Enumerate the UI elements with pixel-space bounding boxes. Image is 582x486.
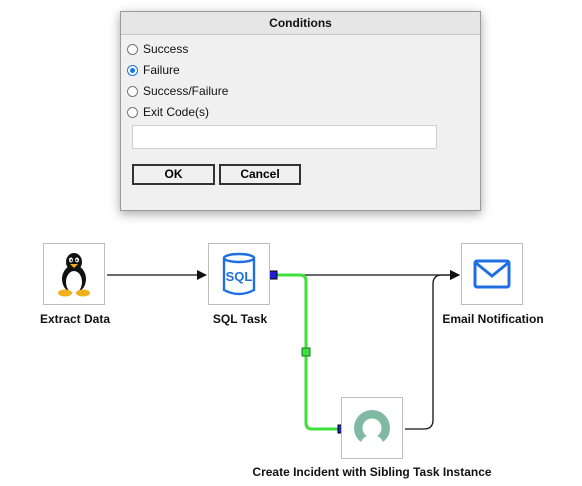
envelope-icon	[473, 259, 511, 289]
edge-midpoint-handle[interactable]	[301, 347, 311, 357]
svg-text:SQL: SQL	[226, 269, 253, 284]
node-sql-task[interactable]: SQL	[208, 243, 270, 305]
node-extract-data-label: Extract Data	[39, 312, 111, 326]
node-email-notification-label: Email Notification	[442, 312, 544, 326]
linux-tux-icon	[58, 253, 90, 297]
edge-incident-to-email[interactable]	[405, 270, 460, 430]
node-email-notification[interactable]	[461, 243, 523, 305]
servicenow-icon	[354, 410, 390, 442]
sql-output-port[interactable]	[268, 270, 278, 280]
node-create-incident-label: Create Incident with Sibling Task Instan…	[252, 465, 492, 479]
node-extract-data[interactable]	[43, 243, 105, 305]
node-sql-task-label: SQL Task	[212, 312, 268, 326]
sql-icon: SQL	[222, 252, 256, 296]
node-create-incident[interactable]	[341, 397, 403, 459]
